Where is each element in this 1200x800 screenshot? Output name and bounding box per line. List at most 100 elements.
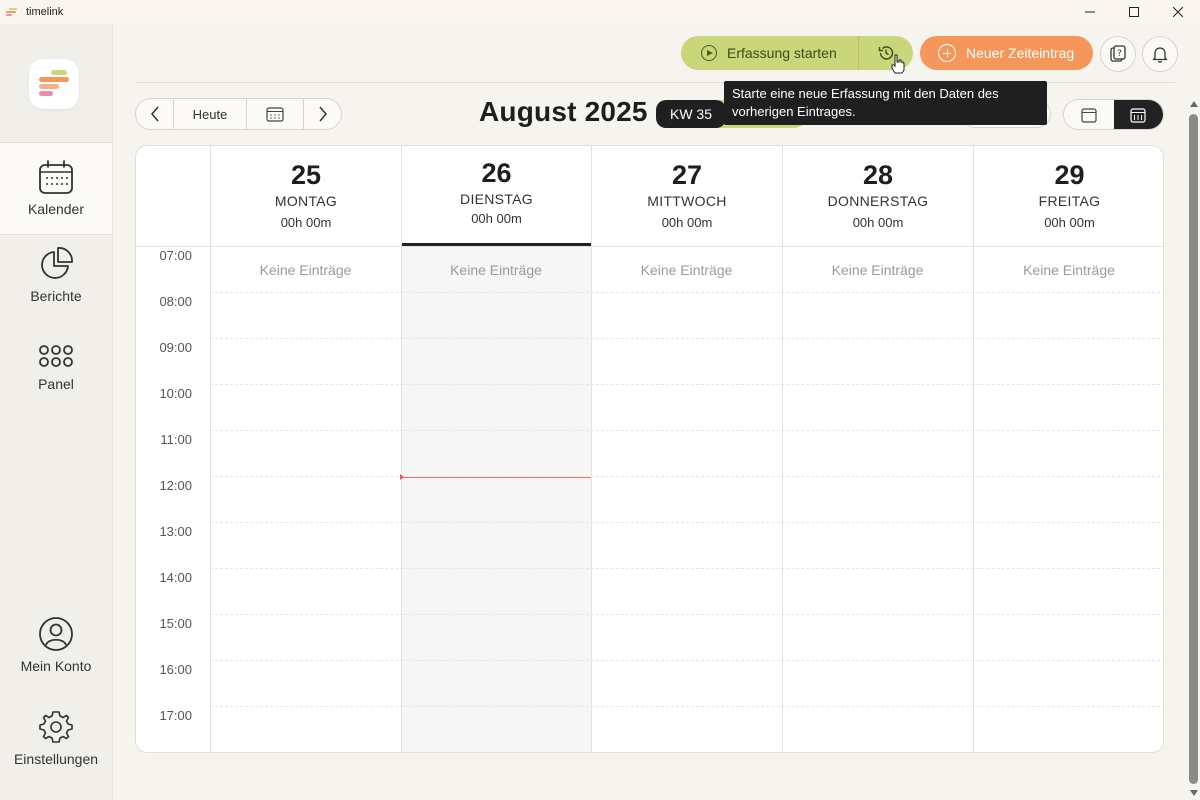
date-navigation: Heute: [135, 98, 342, 130]
day-header-wednesday[interactable]: 27 MITTWOCH 00h 00m: [591, 146, 782, 246]
time-label: 14:00: [159, 570, 192, 585]
sidebar-item-kalender[interactable]: Kalender: [0, 142, 112, 235]
logo-area: [0, 24, 112, 144]
empty-state-text: Keine Einträge: [831, 262, 924, 278]
time-label: 16:00: [159, 662, 192, 677]
pie-chart-icon: [41, 247, 73, 279]
chevron-left-icon: [150, 106, 159, 122]
day-column-monday[interactable]: [210, 247, 401, 752]
day-column-friday[interactable]: [973, 247, 1163, 752]
scroll-thumb[interactable]: [1189, 114, 1198, 784]
day-number: 29: [1054, 160, 1085, 190]
day-name: DIENSTAG: [460, 191, 533, 207]
previous-week-button[interactable]: [136, 99, 174, 129]
vertical-scrollbar[interactable]: [1188, 98, 1200, 800]
start-tracking-button[interactable]: Erfassung starten: [681, 36, 859, 70]
day-duration: 00h 00m: [280, 215, 332, 230]
day-view-button[interactable]: [1064, 100, 1114, 129]
new-time-entry-button[interactable]: Neuer Zeiteintrag: [920, 36, 1093, 70]
maximize-button[interactable]: [1112, 0, 1156, 24]
time-label: 15:00: [159, 616, 192, 631]
hour-divider: [210, 614, 1163, 615]
hour-divider: [210, 338, 1163, 339]
tooltip: Starte eine neue Erfassung mit den Daten…: [724, 81, 1047, 125]
play-icon: [701, 45, 717, 61]
week-number-badge: KW 35: [656, 100, 726, 128]
sidebar: Kalender Berichte Panel Mein Konto Einst…: [0, 24, 113, 800]
sidebar-item-mein-konto[interactable]: Mein Konto: [0, 616, 112, 696]
help-document-icon: ?: [1110, 45, 1126, 62]
sidebar-item-einstellungen[interactable]: Einstellungen: [0, 709, 112, 789]
maximize-icon: [1129, 7, 1139, 17]
minimize-button[interactable]: [1068, 0, 1112, 24]
hour-divider: [210, 384, 1163, 385]
empty-state-text: Keine Einträge: [640, 262, 733, 278]
hour-divider: [210, 706, 1163, 707]
day-header-thursday[interactable]: 28 DONNERSTAG 00h 00m: [782, 146, 973, 246]
next-week-button[interactable]: [304, 99, 341, 129]
hour-divider: [210, 568, 1163, 569]
window-title: timelink: [26, 6, 64, 18]
main-area: Erfassung starten Neuer Zeiteintrag ? He…: [113, 24, 1188, 800]
time-label: 09:00: [159, 340, 192, 355]
current-time-marker: [400, 474, 404, 480]
day-duration: 00h 00m: [471, 211, 522, 226]
empty-state-text: Keine Einträge: [1023, 262, 1115, 278]
time-label: 08:00: [159, 294, 192, 309]
day-name: MONTAG: [274, 193, 338, 209]
time-label: 17:00: [159, 708, 192, 723]
hour-divider: [210, 430, 1163, 431]
day-number: 27: [671, 160, 703, 190]
day-number: 28: [862, 160, 894, 190]
sidebar-item-berichte[interactable]: Berichte: [0, 246, 112, 326]
sidebar-item-panel[interactable]: Panel: [0, 342, 112, 422]
week-view-button[interactable]: [1113, 100, 1163, 129]
time-label: 07:00: [159, 248, 192, 263]
new-time-entry-label: Neuer Zeiteintrag: [966, 45, 1075, 61]
day-header-tuesday[interactable]: 26 DIENSTAG 00h 00m: [401, 146, 591, 246]
day-number: 25: [290, 160, 322, 190]
minimize-icon: [1085, 11, 1095, 13]
close-icon: [1173, 7, 1183, 17]
svg-text:?: ?: [1117, 49, 1122, 59]
hour-divider: [210, 660, 1163, 661]
start-tracking-group: Erfassung starten: [681, 36, 913, 70]
date-picker-button[interactable]: [247, 99, 304, 129]
day-column-wednesday[interactable]: [591, 247, 782, 752]
gear-icon: [39, 711, 73, 743]
month-title: August 2025: [479, 96, 648, 127]
scroll-down-arrow-icon[interactable]: [1190, 790, 1198, 796]
hour-divider: [210, 522, 1163, 523]
title-bar: timelink: [0, 0, 1200, 24]
hour-divider: [210, 476, 1163, 477]
app-logo-icon: [6, 6, 18, 18]
day-header-friday[interactable]: 29 FREITAG 00h 00m: [973, 146, 1163, 246]
calendar-week-icon: [1130, 107, 1146, 123]
scroll-up-arrow-icon[interactable]: [1190, 101, 1198, 107]
hour-divider: [210, 292, 1163, 293]
day-name: FREITAG: [1038, 193, 1101, 209]
grid-dots-icon: [39, 345, 73, 367]
user-icon: [39, 617, 73, 651]
day-column-tuesday[interactable]: [401, 247, 591, 752]
close-button[interactable]: [1156, 0, 1200, 24]
view-toggle: [1063, 99, 1164, 130]
chevron-right-icon: [318, 106, 327, 122]
sidebar-item-label: Einstellungen: [13, 751, 99, 767]
app-logo[interactable]: [29, 59, 79, 109]
day-name: MITTWOCH: [647, 193, 727, 209]
plus-circle-icon: [938, 44, 956, 62]
hand-cursor-icon: [891, 54, 905, 74]
sidebar-item-label: Mein Konto: [20, 658, 92, 674]
week-calendar: 25 MONTAG 00h 00m 26 DIENSTAG 00h 00m 27…: [135, 145, 1164, 753]
day-duration: 00h 00m: [1044, 215, 1095, 230]
day-header-monday[interactable]: 25 MONTAG 00h 00m: [210, 146, 401, 246]
calendar-icon: [39, 160, 73, 194]
today-button[interactable]: Heute: [174, 99, 247, 129]
help-button[interactable]: ?: [1100, 36, 1136, 72]
time-label: 11:00: [160, 432, 192, 447]
day-column-thursday[interactable]: [782, 247, 973, 752]
notifications-button[interactable]: [1142, 36, 1178, 72]
sidebar-item-label: Kalender: [27, 201, 85, 217]
sidebar-item-label: Berichte: [30, 288, 82, 304]
